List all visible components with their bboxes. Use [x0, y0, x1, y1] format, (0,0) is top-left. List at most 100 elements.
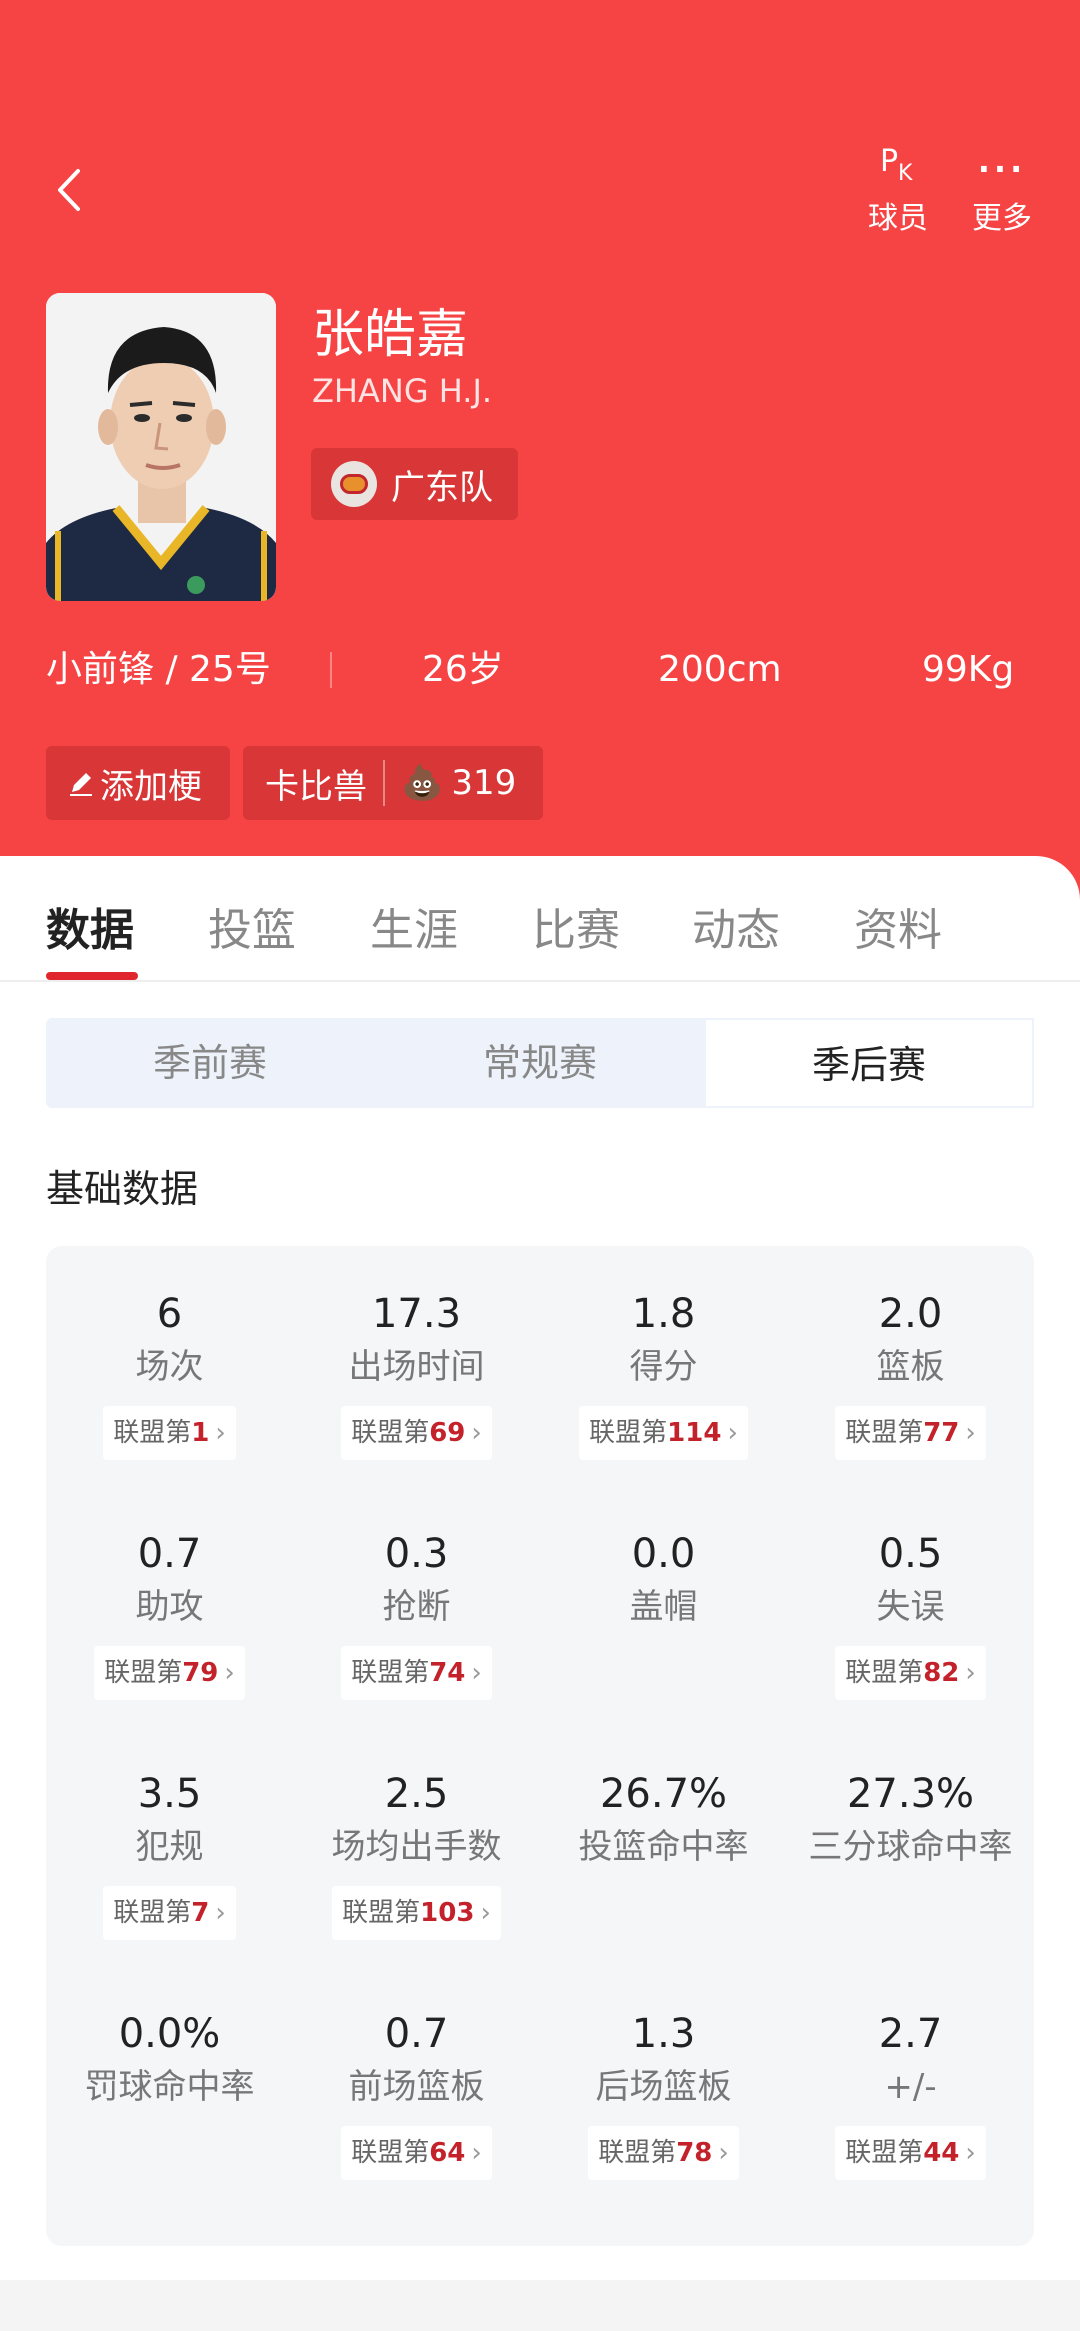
stat-fg-pct: 26.7% 投篮命中率: [540, 1766, 787, 1872]
league-rank-link[interactable]: 联盟第82 ›: [835, 1646, 986, 1700]
league-rank-link[interactable]: 联盟第79 ›: [94, 1646, 245, 1700]
rank-prefix: 联盟第: [351, 1658, 430, 1688]
stat-assists: 0.7 助攻 联盟第79 ›: [46, 1526, 293, 1700]
position-number: 小前锋 / 25号: [46, 649, 271, 690]
stat-label: 助攻: [135, 1587, 204, 1627]
rank-prefix: 联盟第: [845, 1658, 924, 1688]
tab-active-indicator: [46, 972, 138, 980]
rank-number: 77: [923, 1418, 960, 1448]
chevron-left-icon: [58, 169, 80, 211]
more-button[interactable]: ··· 更多: [962, 145, 1042, 237]
stat-label: 场次: [135, 1347, 204, 1387]
stat-def-reb: 1.3 后场篮板联盟第78 ›: [540, 2006, 787, 2180]
stat-label: 得分: [629, 1347, 698, 1387]
nickname-chip[interactable]: 卡比兽 💩 319: [243, 746, 543, 820]
chip-separator: [383, 760, 385, 806]
player-name-cn: 张皓嘉: [312, 305, 469, 365]
stat-label: 后场篮板: [595, 2067, 732, 2107]
stat-value: 2.0: [878, 1291, 943, 1337]
stat-blocks: 0.0 盖帽: [540, 1526, 787, 1632]
poop-icon: 💩: [401, 763, 444, 803]
stat-label: 出场时间: [348, 1347, 485, 1387]
league-rank-link[interactable]: 联盟第69 ›: [341, 1406, 492, 1460]
stat-value: 6: [156, 1291, 183, 1337]
stat-plus-minus: 2.7 +/- 联盟第44 ›: [787, 2006, 1034, 2180]
pk-button[interactable]: PK 球员: [858, 145, 938, 237]
stat-label: 篮板: [876, 1347, 945, 1387]
stat-label: 盖帽: [629, 1587, 698, 1627]
rank-prefix: 联盟第: [351, 1418, 430, 1448]
league-rank-link[interactable]: 联盟第74 ›: [341, 1646, 492, 1700]
league-rank-link[interactable]: 联盟第7 ›: [103, 1886, 236, 1940]
player-header: PK 球员 ··· 更多 张皓嘉 ZHANG H.J. 广东队 小前锋 / 25…: [0, 0, 1080, 900]
stat-three-pct: 27.3% 三分球命中率: [787, 1766, 1034, 1872]
tab-shooting[interactable]: 投篮: [208, 894, 296, 958]
stat-value: 1.3: [631, 2011, 696, 2057]
tab-games[interactable]: 比赛: [532, 894, 620, 958]
season-preseason[interactable]: 季前赛: [46, 1018, 374, 1108]
stat-label: 场均出手数: [331, 1827, 502, 1867]
tab-career[interactable]: 生涯: [370, 894, 458, 958]
player-age: 26岁: [422, 649, 504, 690]
stat-off-reb: 0.7 前场篮板 联盟第64 ›: [293, 2006, 540, 2180]
rank-number: 7: [191, 1898, 210, 1928]
player-height: 200cm: [658, 649, 782, 690]
stat-value: 0.7: [384, 2011, 449, 2057]
stat-label: 抢断: [382, 1587, 451, 1627]
stat-rebounds: 2.0 篮板联盟第77 ›: [787, 1286, 1034, 1460]
league-rank-link[interactable]: 联盟第64 ›: [341, 2126, 492, 2180]
tab-news[interactable]: 动态: [692, 894, 780, 958]
season-regular[interactable]: 常规赛: [376, 1018, 704, 1108]
footer-strip: [0, 2280, 1080, 2331]
rank-prefix: 联盟第: [113, 1898, 192, 1928]
add-meme-label: 添加梗: [100, 766, 202, 807]
league-rank-link[interactable]: 联盟第114 ›: [579, 1406, 748, 1460]
stat-points: 1.8 得分联盟第114 ›: [540, 1286, 787, 1460]
stat-value: 26.7%: [599, 1771, 728, 1817]
tab-data[interactable]: 数据: [46, 894, 134, 958]
stat-value: 0.5: [878, 1531, 943, 1577]
league-rank-link[interactable]: 联盟第44 ›: [835, 2126, 986, 2180]
team-badge[interactable]: 广东队: [311, 448, 518, 520]
chevron-right-icon: ›: [471, 2138, 482, 2168]
stat-games: 6 场次联盟第1 ›: [46, 1286, 293, 1460]
nickname-count: 319: [451, 763, 517, 803]
stat-minutes: 17.3 出场时间 联盟第69 ›: [293, 1286, 540, 1460]
chevron-right-icon: ›: [471, 1658, 482, 1688]
rank-number: 79: [182, 1658, 219, 1688]
rank-prefix: 联盟第: [598, 2138, 677, 2168]
rank-prefix: 联盟第: [845, 2138, 924, 2168]
rank-number: 82: [923, 1658, 960, 1688]
season-playoffs[interactable]: 季后赛: [704, 1018, 1034, 1108]
chevron-right-icon: ›: [965, 1418, 976, 1448]
stat-value: 1.8: [631, 1291, 696, 1337]
player-weight: 99Kg: [922, 649, 1015, 690]
stat-turnovers: 0.5 失误 联盟第82 ›: [787, 1526, 1034, 1700]
stat-value: 0.0%: [118, 2011, 221, 2057]
chevron-right-icon: ›: [215, 1418, 226, 1448]
rank-prefix: 联盟第: [104, 1658, 183, 1688]
league-rank-link[interactable]: 联盟第77 ›: [835, 1406, 986, 1460]
rank-number: 69: [429, 1418, 466, 1448]
back-button[interactable]: [50, 165, 90, 215]
player-name-en: ZHANG H.J.: [312, 372, 493, 410]
stat-label: 投篮命中率: [578, 1827, 749, 1867]
rank-number: 78: [676, 2138, 713, 2168]
stat-label: 犯规: [135, 1827, 204, 1867]
league-rank-link[interactable]: 联盟第103 ›: [332, 1886, 501, 1940]
stat-value: 2.5: [384, 1771, 449, 1817]
chevron-right-icon: ›: [224, 1658, 235, 1688]
nickname-label: 卡比兽: [265, 766, 367, 807]
pk-label: 球员: [868, 201, 928, 236]
stat-fouls: 3.5 犯规 联盟第7 ›: [46, 1766, 293, 1940]
stat-value: 27.3%: [846, 1771, 975, 1817]
league-rank-link[interactable]: 联盟第78 ›: [588, 2126, 739, 2180]
add-meme-button[interactable]: 添加梗: [46, 746, 230, 820]
stat-label: 罚球命中率: [84, 2067, 255, 2107]
section-title: 基础数据: [46, 1167, 199, 1211]
league-rank-link[interactable]: 联盟第1 ›: [103, 1406, 236, 1460]
player-attributes: 小前锋 / 25号 26岁 200cm 99Kg: [0, 640, 1080, 700]
rank-prefix: 联盟第: [351, 2138, 430, 2168]
stat-value: 0.3: [384, 1531, 449, 1577]
tab-profile[interactable]: 资料: [854, 894, 942, 958]
